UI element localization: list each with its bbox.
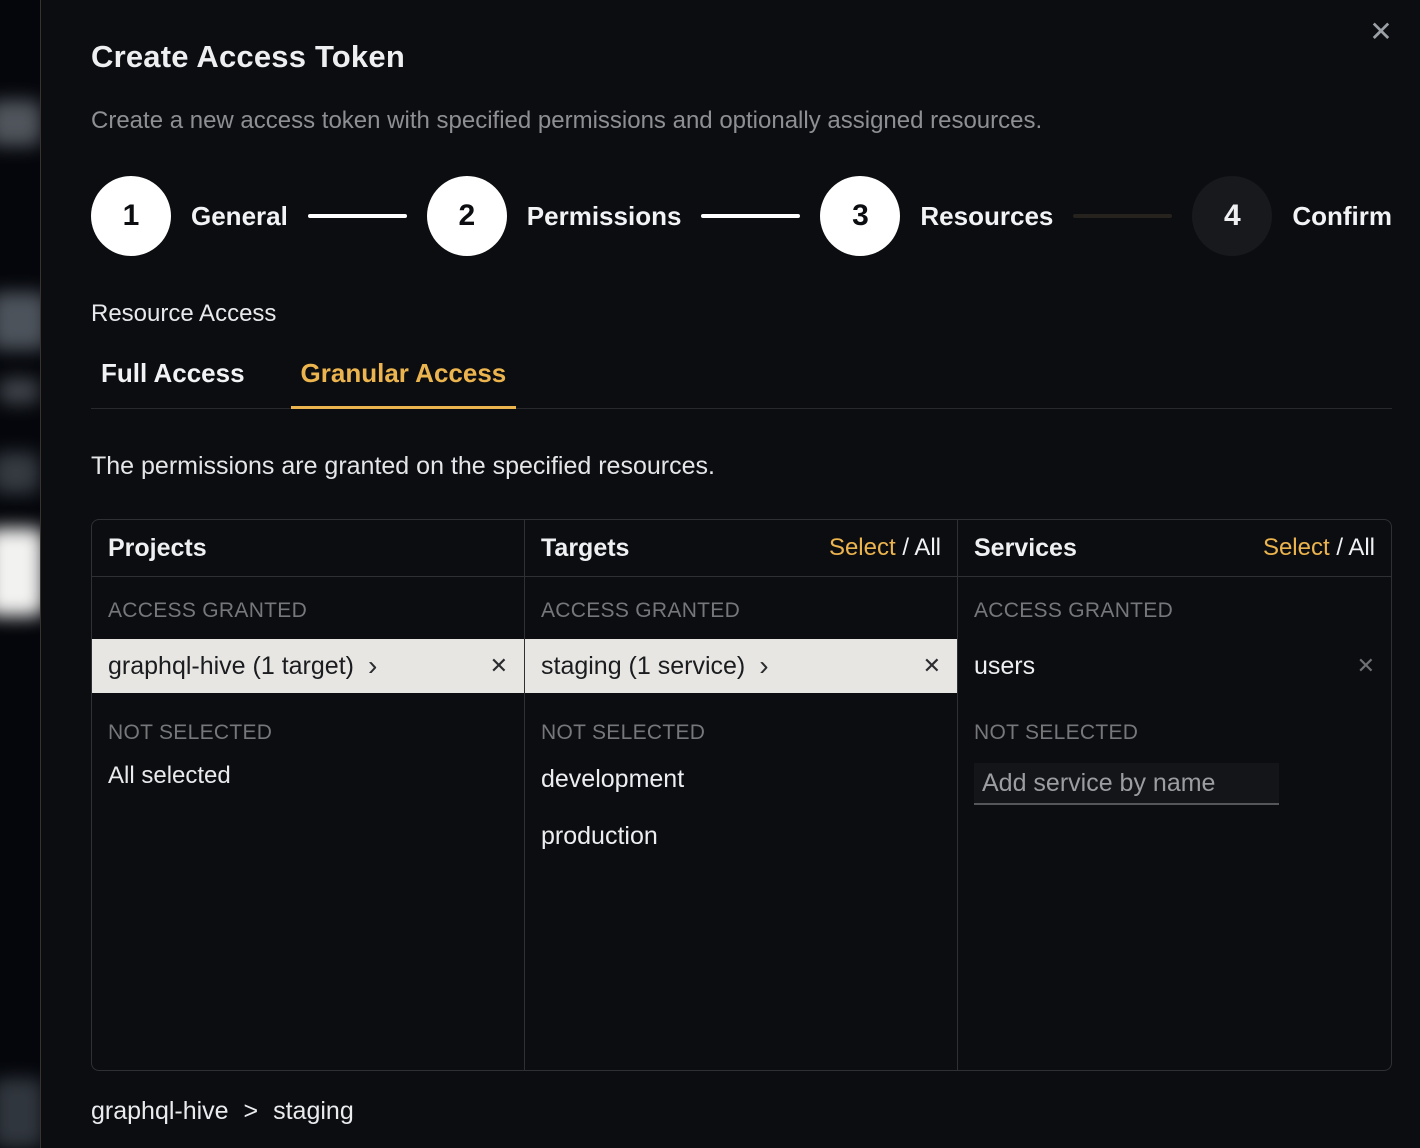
breadcrumb-separator-icon: > (244, 1097, 259, 1125)
targets-select-all: Select / All (829, 534, 941, 562)
services-column-body: ACCESS GRANTED users ✕ NOT SELECTED (958, 577, 1391, 1070)
step-label: General (191, 201, 288, 232)
target-option-production[interactable]: production (525, 808, 957, 865)
services-column-header: Services Select / All (958, 520, 1391, 577)
page-backdrop (0, 0, 40, 1148)
page-title: Create Access Token (91, 38, 1392, 76)
targets-all-link[interactable]: / All (902, 534, 941, 561)
not-selected-label: NOT SELECTED (958, 693, 1391, 745)
access-tabs: Full Access Granular Access (91, 358, 1392, 409)
services-column-title: Services (974, 534, 1077, 563)
backdrop-blur-blob (0, 100, 40, 146)
targets-column-title: Targets (541, 534, 629, 563)
access-granted-label: ACCESS GRANTED (958, 577, 1391, 623)
service-row-users: users ✕ (958, 639, 1391, 693)
close-icon[interactable]: ✕ (1362, 12, 1400, 50)
modal-subtitle: Create a new access token with specified… (91, 106, 1392, 136)
tab-full-access[interactable]: Full Access (91, 358, 255, 409)
step-confirm[interactable]: 4 Confirm (1192, 176, 1392, 256)
step-connector (701, 214, 800, 218)
project-row-graphql-hive[interactable]: graphql-hive (1 target) › ✕ (92, 639, 524, 693)
projects-column-header: Projects (92, 520, 525, 577)
breadcrumb-target: staging (273, 1097, 354, 1125)
permissions-description: The permissions are granted on the speci… (91, 451, 1392, 481)
not-selected-label: NOT SELECTED (525, 693, 957, 745)
backdrop-blur-blob (0, 528, 40, 616)
target-row-staging[interactable]: staging (1 service) › ✕ (525, 639, 957, 693)
targets-select-link[interactable]: Select (829, 534, 896, 561)
step-connector (308, 214, 407, 218)
step-general[interactable]: 1 General (91, 176, 288, 256)
projects-column-title: Projects (108, 534, 207, 563)
projects-column-body: ACCESS GRANTED graphql-hive (1 target) ›… (92, 577, 525, 1070)
create-access-token-modal: ✕ Create Access Token Create a new acces… (40, 0, 1420, 1148)
step-connector (1073, 214, 1172, 218)
services-all-link[interactable]: / All (1336, 534, 1375, 561)
step-permissions[interactable]: 2 Permissions (427, 176, 682, 256)
projects-all-selected-note: All selected (92, 745, 524, 790)
backdrop-blur-blob (0, 452, 40, 494)
breadcrumb: graphql-hive > staging (91, 1097, 1392, 1126)
remove-project-icon[interactable]: ✕ (490, 653, 508, 679)
breadcrumb-project: graphql-hive (91, 1097, 229, 1125)
not-selected-label: NOT SELECTED (92, 693, 524, 745)
step-number-circle: 2 (427, 176, 507, 256)
step-number-circle: 1 (91, 176, 171, 256)
services-select-link[interactable]: Select (1263, 534, 1330, 561)
chevron-right-icon: › (759, 652, 768, 680)
add-service-input[interactable] (974, 763, 1279, 805)
project-row-label: graphql-hive (1 target) (108, 652, 354, 681)
backdrop-blur-blob (0, 292, 40, 350)
access-granted-label: ACCESS GRANTED (92, 577, 524, 623)
step-label: Confirm (1292, 201, 1392, 232)
step-resources[interactable]: 3 Resources (820, 176, 1053, 256)
access-granted-label: ACCESS GRANTED (525, 577, 957, 623)
resource-selection-table: Projects Targets Select / All Services S… (91, 519, 1392, 1071)
wizard-stepper: 1 General 2 Permissions 3 Resources 4 Co… (91, 176, 1392, 256)
backdrop-blur-blob (0, 1078, 40, 1148)
resource-access-heading: Resource Access (91, 300, 1392, 328)
targets-column-header: Targets Select / All (525, 520, 958, 577)
remove-target-icon[interactable]: ✕ (923, 653, 941, 679)
remove-service-icon[interactable]: ✕ (1357, 653, 1375, 679)
target-option-development[interactable]: development (525, 751, 957, 808)
step-number-circle: 3 (820, 176, 900, 256)
step-label: Resources (920, 201, 1053, 232)
targets-column-body: ACCESS GRANTED staging (1 service) › ✕ N… (525, 577, 958, 1070)
services-select-all: Select / All (1263, 534, 1375, 562)
step-number-circle: 4 (1192, 176, 1272, 256)
tab-granular-access[interactable]: Granular Access (291, 358, 517, 409)
target-row-label: staging (1 service) (541, 652, 745, 681)
step-label: Permissions (527, 201, 682, 232)
chevron-right-icon: › (368, 652, 377, 680)
service-row-label: users (974, 652, 1035, 681)
backdrop-blur-blob (0, 378, 40, 404)
